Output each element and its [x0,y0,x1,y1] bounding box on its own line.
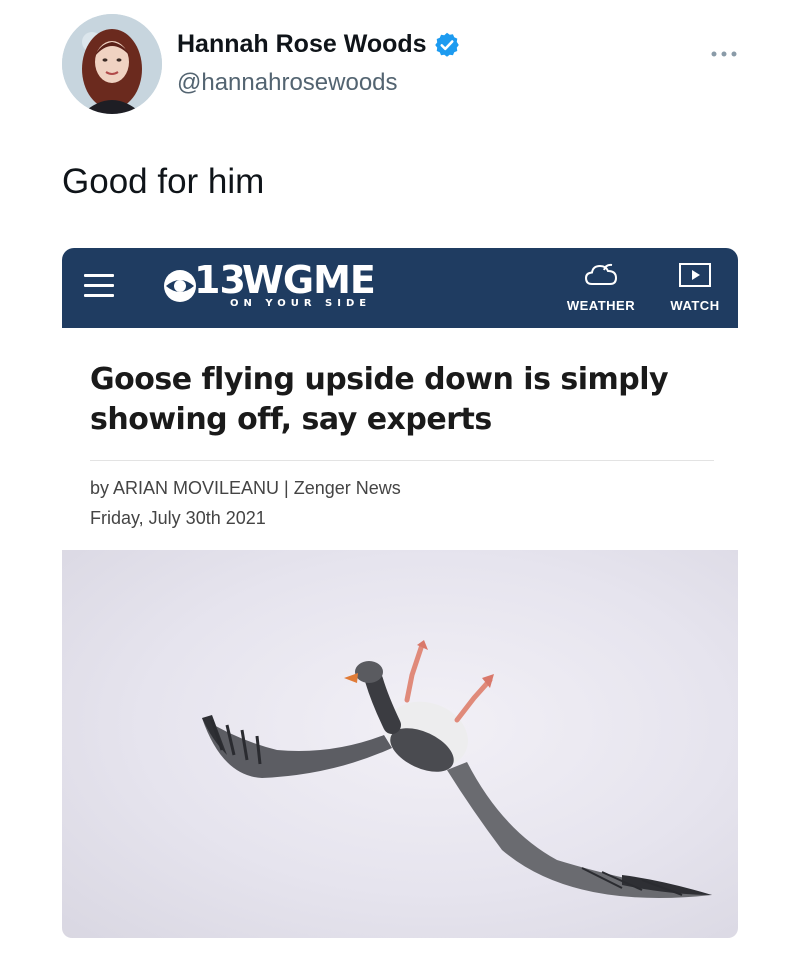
more-options-button[interactable] [710,42,738,63]
avatar-portrait-icon [62,14,162,114]
more-horizontal-icon [711,51,737,57]
tweet-text: Good for him [62,162,265,201]
watch-label: WATCH [670,298,720,313]
tweet-header: Hannah Rose Woods @hannahrosewoods [62,14,742,114]
weather-label: WEATHER [566,298,636,313]
hamburger-menu-icon[interactable] [84,274,114,298]
nav-watch[interactable]: WATCH [652,262,738,322]
article-date: Friday, July 30th 2021 [90,508,266,528]
author-handle[interactable]: @hannahrosewoods [177,69,398,97]
logo-station-name: WGME [242,258,376,302]
site-logo[interactable]: 13 WGME ON YOUR SIDE [160,260,400,316]
author-name-text[interactable]: Hannah Rose Woods [177,30,427,59]
cloud-icon [584,263,618,285]
logo-tagline: ON YOUR SIDE [230,298,372,309]
article-photo[interactable] [62,550,738,938]
divider [90,460,714,461]
article-byline: by ARIAN MOVILEANU | Zenger News [90,478,401,498]
goose-illustration [202,640,712,898]
verified-badge-icon [434,32,459,57]
play-icon [679,263,711,287]
avatar[interactable] [62,14,162,114]
article-card[interactable]: 13 WGME ON YOUR SIDE WEATHER WATCH Goose… [62,248,738,938]
logo-channel-number: 13 [194,258,246,302]
article-headline[interactable]: Goose flying upside down is simply showi… [90,360,710,440]
author-name[interactable]: Hannah Rose Woods [177,30,461,59]
nav-weather[interactable]: WEATHER [558,262,644,322]
site-navbar: 13 WGME ON YOUR SIDE WEATHER WATCH [62,248,738,328]
